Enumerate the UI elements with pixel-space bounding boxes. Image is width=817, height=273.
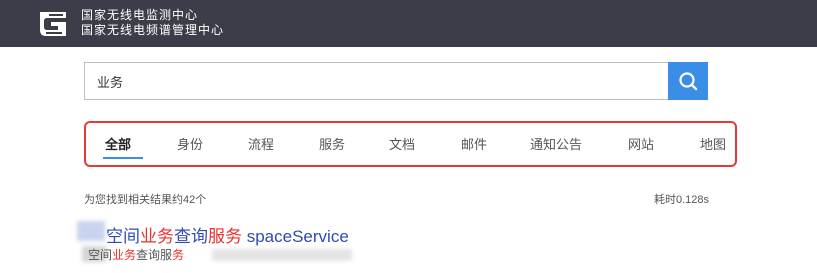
search-bar [84, 62, 708, 100]
result-desc-highlight: 务 [172, 248, 185, 262]
result-desc-part: 查询服 [136, 248, 173, 262]
tab-notice[interactable]: 通知公告 [530, 134, 582, 153]
tab-process[interactable]: 流程 [248, 134, 274, 153]
result-desc-part: 空间 [88, 248, 113, 262]
result-title-link[interactable]: 空间业务查询服务 spaceService [106, 222, 349, 247]
result-title-part: 查询 [174, 227, 208, 246]
category-tabs: 全部 身份 流程 服务 文档 邮件 通知公告 网站 地图 [84, 121, 737, 167]
result-title-part: 空间 [106, 227, 140, 246]
tab-mail[interactable]: 邮件 [461, 134, 487, 153]
search-button[interactable] [668, 62, 708, 100]
top-header: 国家无线电监测中心 国家无线电频谱管理中心 [0, 0, 817, 47]
tab-map[interactable]: 地图 [700, 134, 726, 153]
redacted-desc-suffix [212, 249, 352, 261]
tab-identity[interactable]: 身份 [177, 134, 203, 153]
result-title-highlight: 服务 [208, 227, 242, 246]
result-count: 为您找到相关结果约42个 [84, 194, 207, 206]
tab-service[interactable]: 服务 [319, 134, 345, 153]
tab-all[interactable]: 全部 [105, 134, 131, 153]
result-desc-highlight: 业务 [112, 248, 137, 262]
search-elapsed-time: 耗时0.128s [653, 194, 709, 206]
result-title-highlight: 业务 [140, 227, 174, 246]
organization-name: 国家无线电监测中心 国家无线电频谱管理中心 [81, 8, 224, 38]
result-description: 空间业务查询服务 [88, 246, 184, 263]
result-title-part: spaceService [242, 227, 349, 246]
org-name-line1: 国家无线电监测中心 [81, 8, 199, 22]
tab-website[interactable]: 网站 [628, 134, 654, 153]
active-tab-indicator [103, 157, 143, 159]
search-input[interactable] [84, 62, 668, 100]
tab-document[interactable]: 文档 [389, 134, 415, 153]
search-icon [679, 72, 698, 91]
org-name-line2: 国家无线电频谱管理中心 [81, 23, 225, 37]
srrc-logo-icon[interactable] [36, 10, 70, 38]
redacted-title-prefix [77, 221, 105, 241]
